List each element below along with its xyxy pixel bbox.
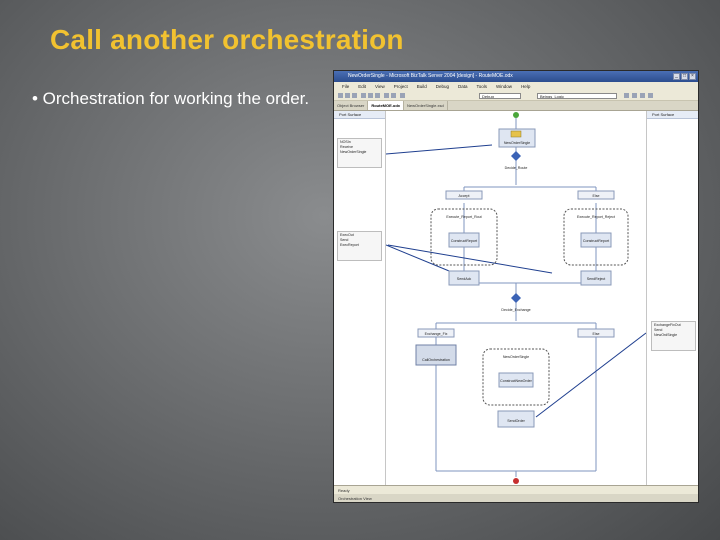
right-port-surface: Port Surface ExchangeFixOut Send NewOrdS… <box>646 111 698 485</box>
tab-object-browser[interactable]: Object Browser <box>334 101 369 110</box>
maximize-button[interactable]: □ <box>681 73 688 80</box>
send-left-label: SendAck <box>457 277 472 281</box>
new-file-icon[interactable] <box>338 93 343 98</box>
menu-debug[interactable]: Debug <box>436 82 449 91</box>
receive-label: NewOrderSingle <box>504 141 530 145</box>
start-debug-icon[interactable] <box>400 93 405 98</box>
toolbar: Debug Beings_Logic <box>334 91 698 101</box>
right-port-surface-header: Port Surface <box>647 111 698 119</box>
send-right-label: SendReject <box>587 277 606 281</box>
tab-newordersingle[interactable]: NewOrderSingle.xsd <box>404 101 448 110</box>
document-tabs: Object Browser RouteMOE.odx NewOrderSing… <box>334 101 698 111</box>
menu-view[interactable]: View <box>375 82 385 91</box>
menu-project[interactable]: Project <box>394 82 408 91</box>
find-combo[interactable]: Beings_Logic <box>537 92 617 99</box>
orchestration-view-tab[interactable]: Orchestration View <box>334 494 698 502</box>
orchestration-flow: NewOrderSingle Decide_Route Accept Else … <box>385 112 647 484</box>
menu-file[interactable]: File <box>342 82 349 91</box>
redo-icon[interactable] <box>391 93 396 98</box>
port-operation: ExecReport <box>340 243 359 247</box>
scope-new-label: NewOrderSingle <box>503 355 529 359</box>
construct-new-label: ConstructNewOrder <box>500 379 533 383</box>
decide2-diamond-icon[interactable] <box>511 293 521 303</box>
decide2-label: Decide_Exchange <box>501 308 530 312</box>
find-icon[interactable] <box>624 93 629 98</box>
properties-icon[interactable] <box>640 93 645 98</box>
decide-label: Decide_Route <box>505 166 528 170</box>
menu-bar: File Edit View Project Build Debug Data … <box>334 82 698 91</box>
construct-left-label: ConstructReport <box>451 239 477 243</box>
menu-tools[interactable]: Tools <box>477 82 488 91</box>
receive-icon <box>510 130 522 138</box>
port-exchangefixout[interactable]: ExchangeFixOut Send NewOrdSingle <box>651 321 696 351</box>
port-execout[interactable]: ExecOut Send ExecReport <box>337 231 382 261</box>
undo-icon[interactable] <box>384 93 389 98</box>
construct-right-label: ConstructReport <box>583 239 609 243</box>
branch-else-label: Else <box>593 194 600 198</box>
window-title: NewOrderSingle - Microsoft BizTalk Serve… <box>348 73 513 79</box>
decide-diamond-icon[interactable] <box>511 151 521 161</box>
open-icon[interactable] <box>345 93 350 98</box>
branch-accept-label: Accept <box>459 194 470 198</box>
tab-routemoe[interactable]: RouteMOE.odx <box>368 101 405 110</box>
call-orchestration-label: CallOrchestration <box>422 358 450 362</box>
left-port-surface: Port Surface NOSIn Receive NewOrderSingl… <box>334 111 386 485</box>
window-title-bar: NewOrderSingle - Microsoft BizTalk Serve… <box>334 71 698 82</box>
menu-window[interactable]: Window <box>496 82 512 91</box>
end-shape[interactable] <box>513 478 519 484</box>
paste-icon[interactable] <box>375 93 380 98</box>
branch2-right-label: Else <box>593 332 600 336</box>
scope-left-label: Execute_Report_Rout <box>446 215 481 219</box>
solution-config-combo[interactable]: Debug <box>479 92 521 99</box>
menu-build[interactable]: Build <box>417 82 427 91</box>
status-bar: Ready <box>334 485 698 494</box>
solution-explorer-icon[interactable] <box>632 93 637 98</box>
port-operation: NewOrderSingle <box>340 150 367 154</box>
left-port-surface-header: Port Surface <box>334 111 385 119</box>
orchestration-designer-screenshot: NewOrderSingle - Microsoft BizTalk Serve… <box>333 70 699 503</box>
slide-title: Call another orchestration <box>50 24 404 55</box>
send-order-label: SendOrder <box>507 419 525 423</box>
scope-right-label: Execute_Report_Reject <box>577 215 615 219</box>
close-button[interactable]: × <box>689 73 696 80</box>
branch2-left-label: Exchange_Fix <box>425 332 448 336</box>
cut-icon[interactable] <box>361 93 366 98</box>
start-shape[interactable] <box>513 112 519 118</box>
port-nosin[interactable]: NOSIn Receive NewOrderSingle <box>337 138 382 168</box>
minimize-button[interactable]: _ <box>673 73 680 80</box>
port-operation: NewOrdSingle <box>654 333 678 337</box>
call-orchestration-shape[interactable] <box>415 344 457 366</box>
menu-edit[interactable]: Edit <box>358 82 366 91</box>
save-icon[interactable] <box>352 93 357 98</box>
bullet-text: • Orchestration for working the order. <box>32 89 310 108</box>
menu-data[interactable]: Data <box>458 82 468 91</box>
copy-icon[interactable] <box>368 93 373 98</box>
menu-help[interactable]: Help <box>521 82 530 91</box>
orchestration-canvas: NewOrderSingle Decide_Route Accept Else … <box>385 111 647 485</box>
toolbox-icon[interactable] <box>648 93 653 98</box>
